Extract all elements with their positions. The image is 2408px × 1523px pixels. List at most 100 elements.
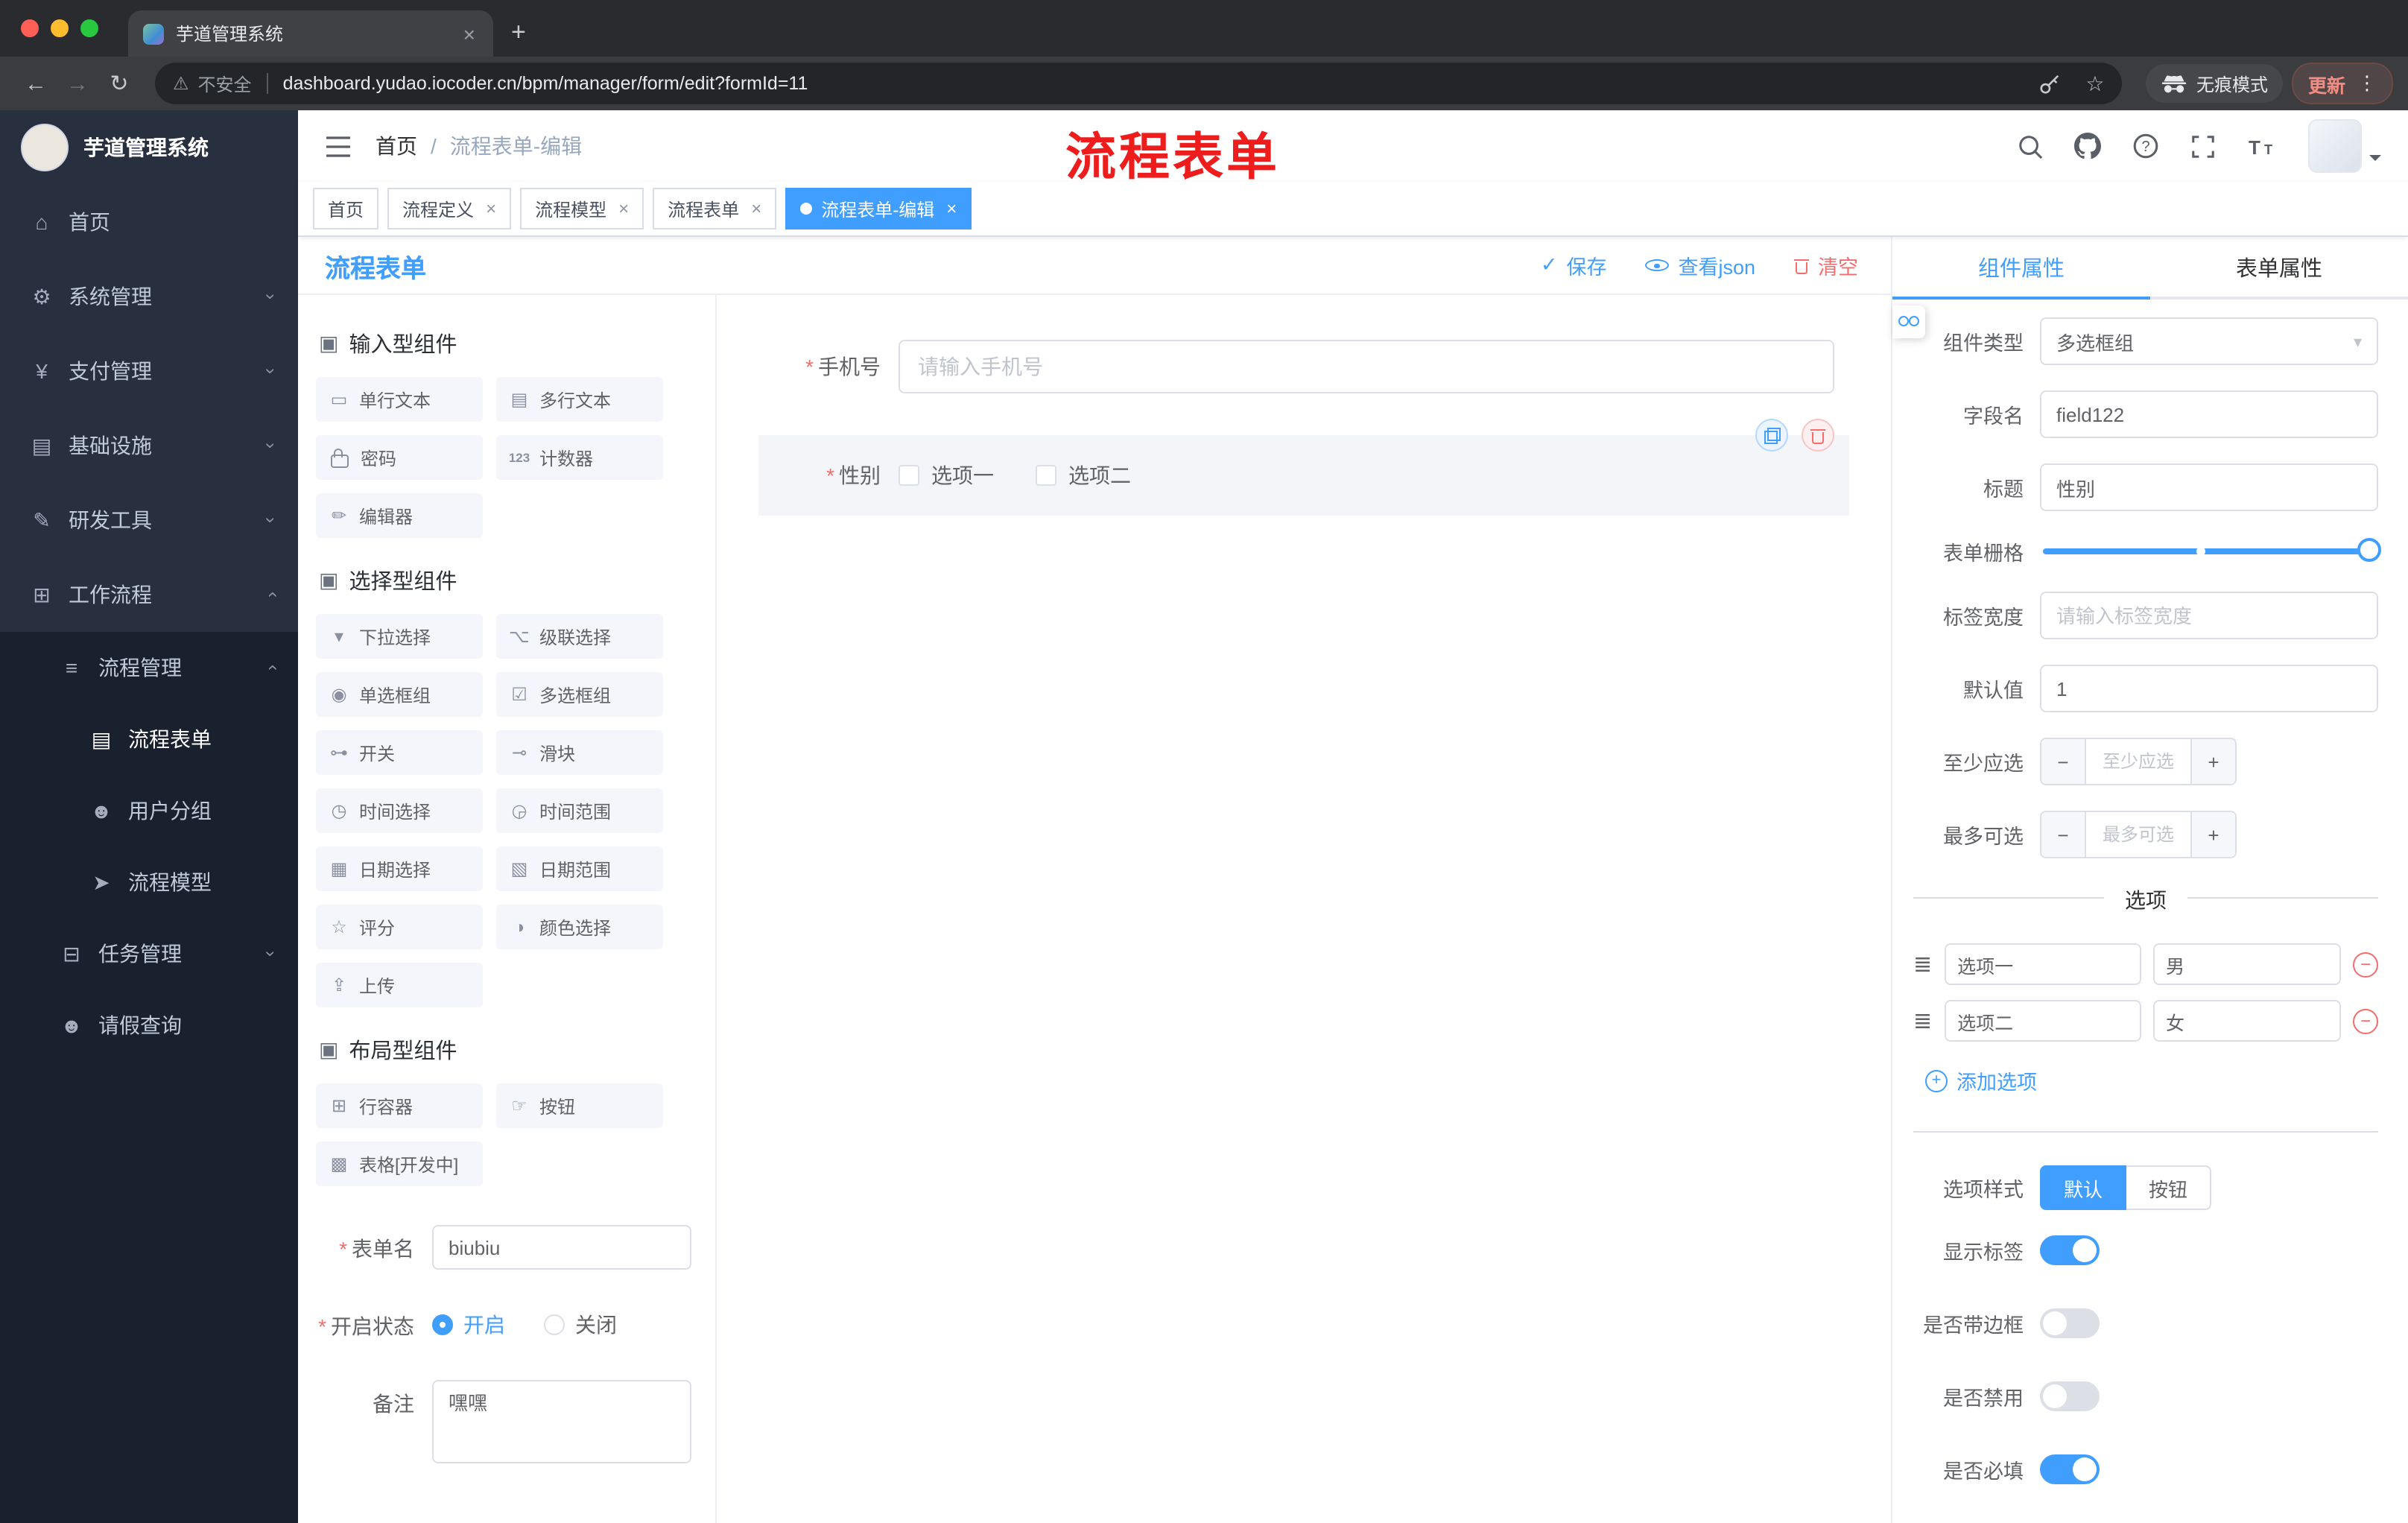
password-key-icon[interactable] [2032, 66, 2068, 101]
window-minimize-button[interactable] [51, 19, 69, 37]
remove-option-button[interactable]: − [2353, 952, 2378, 977]
plus-button[interactable]: + [2190, 739, 2235, 784]
minus-button[interactable]: − [2041, 812, 2086, 857]
grid-slider[interactable] [2043, 538, 2381, 562]
option-2-label-input[interactable] [1944, 1000, 2141, 1042]
component-table[interactable]: ▩ 表格[开发中] [316, 1142, 483, 1186]
view-json-button[interactable]: 查看json [1645, 250, 1755, 280]
user-menu[interactable] [2308, 119, 2381, 173]
tag-process-form[interactable]: 流程表单 × [653, 188, 777, 229]
style-default-button[interactable]: 默认 [2040, 1165, 2127, 1210]
status-radio-on[interactable]: 开启 [432, 1310, 505, 1340]
form-name-input[interactable] [432, 1225, 691, 1270]
breadcrumb-home[interactable]: 首页 [376, 131, 417, 161]
tag-home[interactable]: 首页 [313, 188, 379, 229]
max-select-input[interactable] [2086, 812, 2190, 857]
checkbox-box-icon[interactable] [1036, 465, 1056, 486]
component-counter[interactable]: 123 计数器 [496, 435, 663, 480]
show-label-switch[interactable] [2040, 1235, 2100, 1265]
option-1-label-input[interactable] [1944, 943, 2141, 985]
component-cascader[interactable]: ⌥ 级联选择 [496, 614, 663, 659]
canvas-field-phone[interactable]: * 手机号 [758, 325, 1849, 408]
tag-close-icon[interactable]: × [618, 198, 629, 219]
url-text[interactable]: dashboard.yudao.iocoder.cn/bpm/manager/f… [283, 73, 2024, 94]
sidebar-item-workflow[interactable]: ⊞ 工作流程 › [0, 557, 298, 632]
checkbox-box-icon[interactable] [899, 465, 919, 486]
tag-process-definition[interactable]: 流程定义 × [387, 188, 512, 229]
title-input[interactable] [2040, 463, 2378, 511]
component-slider[interactable]: ⊸ 滑块 [496, 730, 663, 775]
component-radio-group[interactable]: ◉ 单选框组 [316, 672, 483, 717]
add-option-button[interactable]: + 添加选项 [1925, 1066, 2378, 1095]
component-select[interactable]: ▾ 下拉选择 [316, 614, 483, 659]
save-button[interactable]: ✓ 保存 [1541, 250, 1607, 280]
slider-handle[interactable] [2357, 538, 2381, 562]
phone-input[interactable] [899, 340, 1834, 393]
component-color-picker[interactable]: ◑ 颜色选择 [496, 905, 663, 949]
tab-component-props[interactable]: 组件属性 [1892, 237, 2150, 300]
tab-form-props[interactable]: 表单属性 [2150, 237, 2408, 297]
component-time-picker[interactable]: ◷ 时间选择 [316, 788, 483, 833]
status-radio-off[interactable]: 关闭 [544, 1310, 617, 1340]
tag-close-icon[interactable]: × [946, 198, 957, 219]
bookmark-star-icon[interactable]: ☆ [2077, 71, 2113, 96]
delete-field-button[interactable] [1802, 419, 1834, 452]
browser-menu-icon[interactable]: ⋮ [2357, 72, 2377, 95]
gender-checkbox-option-1[interactable]: 选项一 [899, 460, 994, 490]
help-icon[interactable]: ? [2132, 133, 2159, 159]
disabled-switch[interactable] [2040, 1381, 2100, 1411]
sidebar-item-process-form[interactable]: ▤ 流程表单 [0, 703, 298, 775]
duplicate-field-button[interactable] [1755, 419, 1788, 452]
tag-process-form-edit[interactable]: 流程表单-编辑 × [785, 188, 972, 229]
sidebar-item-process-model[interactable]: ➤ 流程模型 [0, 846, 298, 918]
avatar[interactable] [2308, 119, 2362, 173]
label-width-input[interactable] [2040, 592, 2378, 639]
link-button[interactable] [1892, 305, 1925, 338]
component-checkbox-group[interactable]: ☑ 多选框组 [496, 672, 663, 717]
font-size-icon[interactable]: TT [2247, 133, 2277, 159]
sidebar-item-infrastructure[interactable]: ▤ 基础设施 › [0, 408, 298, 483]
browser-update-chip[interactable]: 更新 ⋮ [2291, 63, 2393, 104]
component-rate[interactable]: ☆ 评分 [316, 905, 483, 949]
new-tab-button[interactable]: + [511, 18, 526, 48]
plus-button[interactable]: + [2190, 812, 2235, 857]
component-upload[interactable]: ⇪ 上传 [316, 963, 483, 1007]
drag-handle-icon[interactable]: ≣ [1913, 1007, 1932, 1034]
component-row-container[interactable]: ⊞ 行容器 [316, 1083, 483, 1128]
sidebar-item-process-management[interactable]: ≡ 流程管理 › [0, 632, 298, 703]
form-remark-textarea[interactable]: 嘿嘿 [432, 1380, 691, 1463]
component-switch[interactable]: ⊶ 开关 [316, 730, 483, 775]
minus-button[interactable]: − [2041, 739, 2086, 784]
collapse-sidebar-icon[interactable] [325, 135, 352, 157]
default-value-input[interactable] [2040, 665, 2378, 712]
component-multi-line-text[interactable]: ▤ 多行文本 [496, 377, 663, 422]
tag-close-icon[interactable]: × [751, 198, 761, 219]
sidebar-item-leave-query[interactable]: ☻ 请假查询 [0, 990, 298, 1061]
drag-handle-icon[interactable]: ≣ [1913, 951, 1932, 978]
back-icon[interactable]: ← [15, 71, 57, 96]
sidebar-item-home[interactable]: ⌂ 首页 [0, 185, 298, 259]
option-2-value-input[interactable] [2152, 1000, 2341, 1042]
canvas-field-gender-selected[interactable]: * 性别 选项一 选项二 [758, 419, 1849, 516]
fullscreen-icon[interactable] [2190, 133, 2216, 159]
reload-icon[interactable]: ↻ [98, 70, 140, 97]
forward-icon[interactable]: → [57, 71, 98, 96]
window-zoom-button[interactable] [80, 19, 98, 37]
browser-tab[interactable]: 芋道管理系统 × [128, 10, 493, 57]
component-type-select[interactable]: 多选框组 ▾ [2040, 317, 2378, 365]
component-single-line-text[interactable]: ▭ 单行文本 [316, 377, 483, 422]
component-date-picker[interactable]: ▦ 日期选择 [316, 846, 483, 891]
component-time-range[interactable]: ◶ 时间范围 [496, 788, 663, 833]
github-icon[interactable] [2074, 133, 2101, 159]
tag-close-icon[interactable]: × [486, 198, 496, 219]
min-select-input[interactable] [2086, 739, 2190, 784]
tab-close-icon[interactable]: × [460, 22, 478, 45]
gender-checkbox-option-2[interactable]: 选项二 [1036, 460, 1131, 490]
address-bar[interactable]: ⚠ 不安全 dashboard.yudao.iocoder.cn/bpm/man… [155, 63, 2122, 104]
border-switch[interactable] [2040, 1308, 2100, 1338]
window-close-button[interactable] [21, 19, 39, 37]
sidebar-logo[interactable]: 芋道管理系统 [0, 110, 298, 185]
option-1-value-input[interactable] [2152, 943, 2341, 985]
field-name-input[interactable] [2040, 390, 2378, 438]
search-icon[interactable] [2018, 133, 2043, 159]
